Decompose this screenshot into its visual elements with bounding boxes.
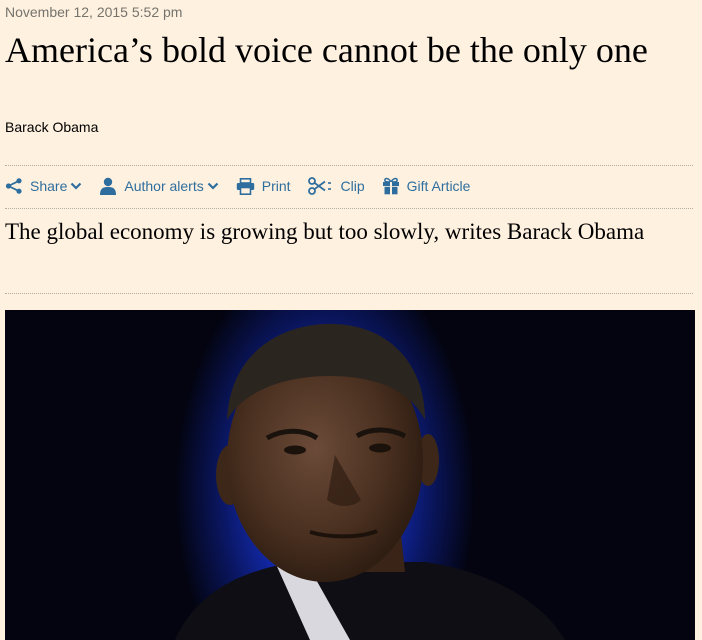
divider xyxy=(5,165,693,166)
chevron-down-icon xyxy=(207,182,219,190)
article-toolbar: Share Author alerts Print Clip Gift Arti… xyxy=(5,172,487,200)
divider xyxy=(5,293,693,294)
article-dateline: November 12, 2015 5:52 pm xyxy=(5,4,183,20)
author-alerts-label: Author alerts xyxy=(124,178,204,194)
clip-button[interactable]: Clip xyxy=(307,177,365,195)
divider xyxy=(5,208,693,209)
author-alerts-button[interactable]: Author alerts xyxy=(99,177,219,195)
gift-article-button[interactable]: Gift Article xyxy=(382,177,471,195)
article-headline: America’s bold voice cannot be the only … xyxy=(5,30,648,70)
scissors-icon xyxy=(307,177,331,195)
print-button[interactable]: Print xyxy=(236,177,291,195)
clip-label: Clip xyxy=(340,178,365,194)
article-standfirst: The global economy is growing but too sl… xyxy=(5,219,645,244)
user-icon xyxy=(100,177,117,195)
share-label: Share xyxy=(30,178,68,194)
gift-article-label: Gift Article xyxy=(406,178,471,194)
chevron-down-icon xyxy=(71,182,82,190)
gift-icon xyxy=(382,177,399,195)
article-main-image xyxy=(5,310,695,640)
print-label: Print xyxy=(261,178,291,194)
print-icon xyxy=(236,177,254,195)
share-icon xyxy=(5,178,22,194)
article-byline[interactable]: Barack Obama xyxy=(5,119,98,135)
share-button[interactable]: Share xyxy=(5,178,82,194)
